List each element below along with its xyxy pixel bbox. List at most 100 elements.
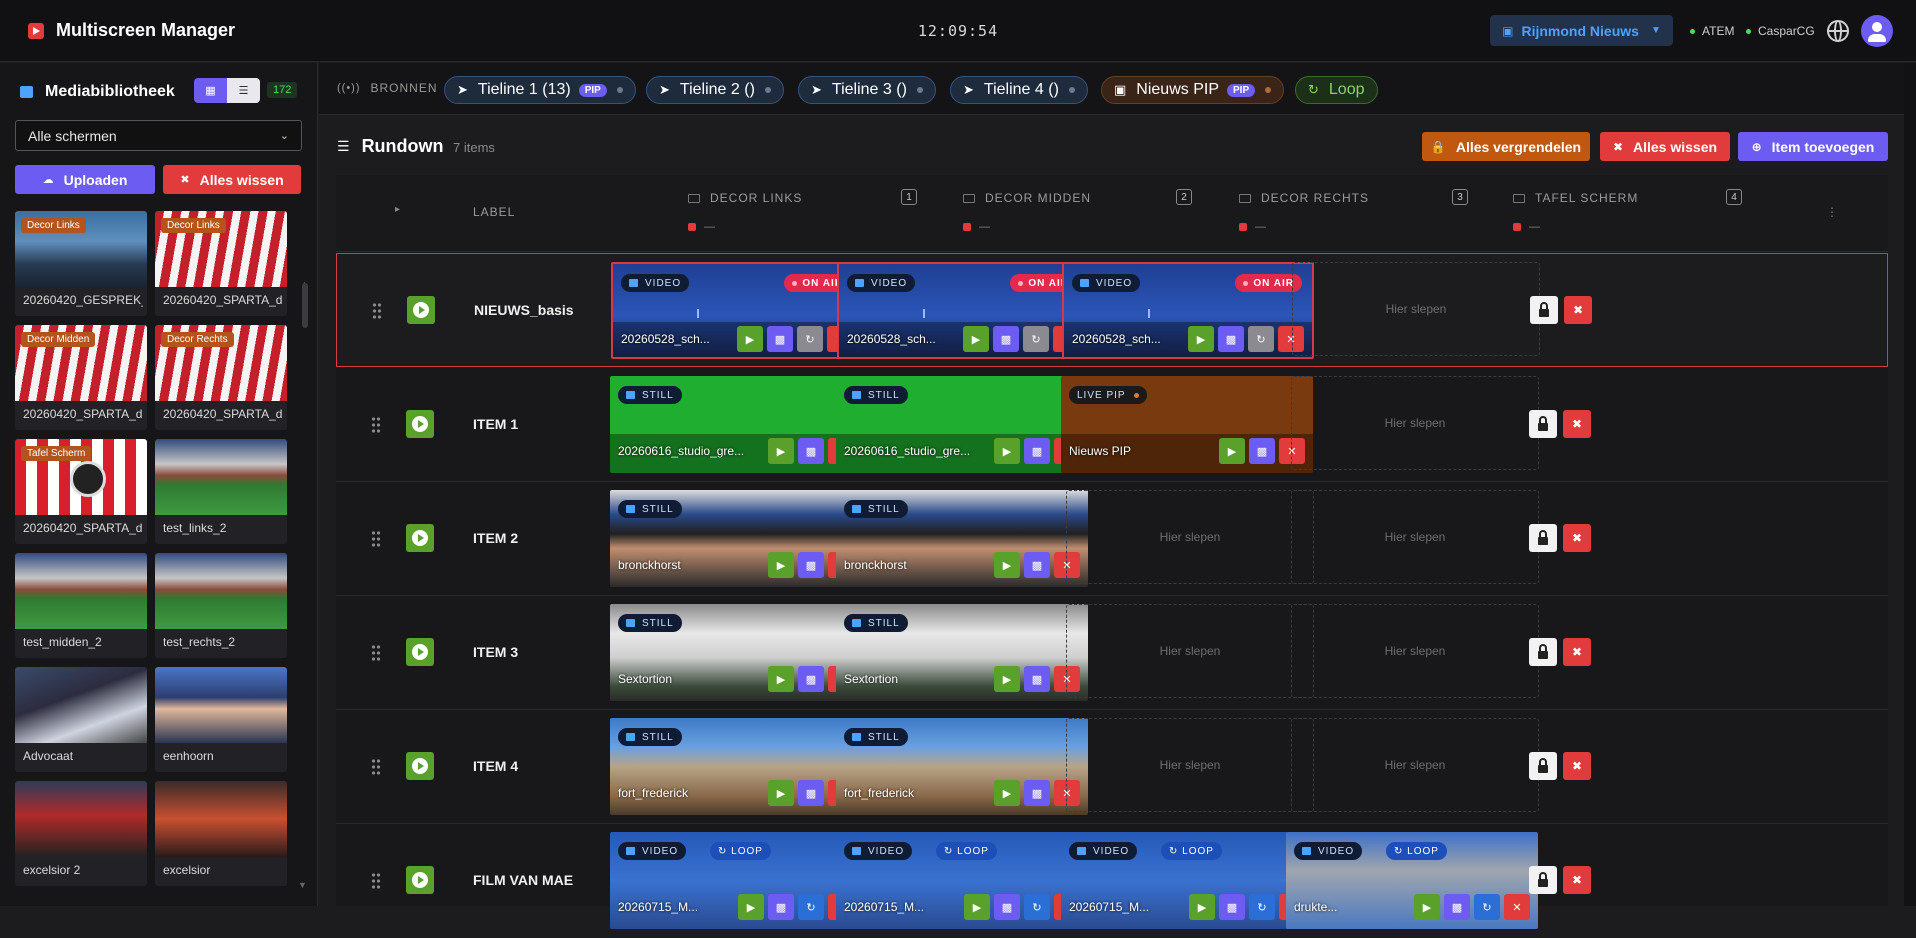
play-row-button[interactable] (407, 296, 435, 324)
drop-zone[interactable]: Hier slepen (1291, 490, 1539, 584)
media-item[interactable]: eenhoorn (155, 667, 287, 772)
mix-icon[interactable]: ▩ (1024, 666, 1050, 692)
loop-icon[interactable]: ↻ (1249, 894, 1275, 920)
media-cell[interactable]: STILL20260616_studio_gre...▶▩✕ (610, 376, 862, 473)
mix-icon[interactable]: ▩ (1219, 894, 1245, 920)
media-item[interactable]: test_links_2 (155, 439, 287, 544)
mix-icon[interactable]: ▩ (1249, 438, 1275, 464)
table-row[interactable]: ITEM 2 STILLbronckhorst▶▩✕ STILLbronckho… (336, 482, 1888, 596)
drop-zone[interactable]: Hier slepen (1291, 604, 1539, 698)
media-cell[interactable]: VIDEO↻ LOOP20260715_M...▶▩↻✕ (1061, 832, 1313, 929)
source-pill-tieline-4[interactable]: ➤ Tieline 4 () (950, 76, 1088, 104)
lock-row-button[interactable] (1529, 866, 1557, 894)
lock-all-button[interactable]: 🔒 Alles vergrendelen (1422, 132, 1590, 161)
drop-zone[interactable]: Hier slepen (1066, 490, 1314, 584)
mix-icon[interactable]: ▩ (798, 552, 824, 578)
mix-icon[interactable]: ▩ (994, 894, 1020, 920)
grid-view-icon[interactable]: ▦ (194, 78, 227, 103)
delete-row-button[interactable]: ✖ (1563, 866, 1591, 894)
table-row[interactable]: ITEM 1 STILL20260616_studio_gre...▶▩✕ ST… (336, 368, 1888, 482)
lock-row-button[interactable] (1529, 524, 1557, 552)
media-cell[interactable]: STILLSextortion▶▩✕ (836, 604, 1088, 701)
play-row-button[interactable] (406, 638, 434, 666)
play-icon[interactable]: ▶ (1188, 326, 1214, 352)
media-item[interactable]: excelsior 2 (15, 781, 147, 886)
media-cell[interactable]: VIDEO↻ LOOP20260715_M...▶▩↻✕ (836, 832, 1088, 929)
play-icon[interactable]: ▶ (964, 894, 990, 920)
play-icon[interactable]: ▶ (1189, 894, 1215, 920)
source-pill-loop[interactable]: ↻ Loop (1295, 76, 1378, 104)
media-cell[interactable]: STILL20260616_studio_gre...▶▩✕ (836, 376, 1088, 473)
source-pill-nieuws-pip[interactable]: ▣ Nieuws PIP PIP (1101, 76, 1285, 104)
scrollbar[interactable] (302, 283, 308, 328)
drag-handle-icon[interactable] (371, 416, 381, 434)
play-row-button[interactable] (406, 866, 434, 894)
mix-icon[interactable]: ▩ (1024, 780, 1050, 806)
table-row[interactable]: ITEM 4 STILLfort_frederick▶▩✕ STILLfort_… (336, 710, 1888, 824)
media-item[interactable]: Tafel Scherm 20260420_SPARTA_d... (15, 439, 147, 544)
play-row-button[interactable] (406, 524, 434, 552)
media-cell[interactable]: LIVE PIP Nieuws PIP ▶ ▩ ✕ (1061, 376, 1313, 473)
lock-row-button[interactable] (1529, 410, 1557, 438)
play-icon[interactable]: ▶ (994, 780, 1020, 806)
media-item[interactable]: test_rechts_2 (155, 553, 287, 658)
table-row[interactable]: NIEUWS_basis VIDEO ON AIR 20260528_sch... ▶… (336, 253, 1888, 367)
mix-icon[interactable]: ▩ (1024, 552, 1050, 578)
drag-handle-icon[interactable] (371, 872, 381, 890)
delete-row-button[interactable]: ✖ (1563, 410, 1591, 438)
loop-icon[interactable]: ↻ (1248, 326, 1274, 352)
play-icon[interactable]: ▶ (768, 438, 794, 464)
media-item[interactable]: Decor Rechts 20260420_SPARTA_d... (155, 325, 287, 430)
source-pill-tieline-2[interactable]: ➤ Tieline 2 () (646, 76, 784, 104)
drag-handle-icon[interactable] (371, 530, 381, 548)
upload-button[interactable]: ☁ Uploaden (15, 165, 155, 194)
play-row-button[interactable] (406, 752, 434, 780)
mix-icon[interactable]: ▩ (993, 326, 1019, 352)
clear-all-button[interactable]: ✖ Alles wissen (1600, 132, 1730, 161)
loop-icon[interactable]: ↻ (1474, 894, 1500, 920)
more-options-icon[interactable]: ⋮ (1826, 205, 1838, 219)
scroll-down-icon[interactable]: ▼ (298, 880, 307, 890)
drop-zone[interactable]: Hier slepen (1066, 604, 1314, 698)
play-icon[interactable]: ▶ (1219, 438, 1245, 464)
lock-row-button[interactable] (1529, 638, 1557, 666)
media-item[interactable]: excelsior (155, 781, 287, 886)
media-cell[interactable]: VIDEO ↻ LOOP drukte... ▶ ▩ ↻ ✕ (1286, 832, 1538, 929)
play-icon[interactable]: ▶ (737, 326, 763, 352)
expand-icon[interactable]: ▸ (395, 204, 400, 215)
play-row-button[interactable] (406, 410, 434, 438)
media-item[interactable]: Decor Links 20260420_GESPREK_... (15, 211, 147, 316)
source-pill-tieline-1[interactable]: ➤ Tieline 1 (13) PIP (444, 76, 636, 104)
drag-handle-icon[interactable] (372, 302, 382, 320)
play-icon[interactable]: ▶ (768, 666, 794, 692)
drag-handle-icon[interactable] (371, 758, 381, 776)
list-view-icon[interactable]: ☰ (227, 78, 260, 103)
media-item[interactable]: Advocaat (15, 667, 147, 772)
mix-icon[interactable]: ▩ (798, 780, 824, 806)
media-item[interactable]: Decor Midden 20260420_SPARTA_d... (15, 325, 147, 430)
media-cell[interactable]: VIDEOON AIR20260528_sch...▶▩↻✕ (1062, 262, 1314, 359)
table-row[interactable]: ITEM 3 STILLSextortion▶▩✕ STILLSextortio… (336, 596, 1888, 710)
mix-icon[interactable]: ▩ (1024, 438, 1050, 464)
play-icon[interactable]: ▶ (1414, 894, 1440, 920)
delete-row-button[interactable]: ✖ (1563, 638, 1591, 666)
media-cell[interactable]: STILLfort_frederick▶▩✕ (836, 718, 1088, 815)
drag-handle-icon[interactable] (371, 644, 381, 662)
close-icon[interactable]: ✕ (1504, 894, 1530, 920)
add-item-button[interactable]: ⊕ Item toevoegen (1738, 132, 1888, 161)
drop-zone[interactable]: Hier slepen (1291, 376, 1539, 470)
page-scrollbar[interactable] (1904, 63, 1916, 906)
avatar[interactable] (1861, 15, 1893, 47)
media-cell[interactable]: STILLfort_frederick▶▩✕ (610, 718, 862, 815)
play-icon[interactable]: ▶ (768, 780, 794, 806)
media-item[interactable]: test_midden_2 (15, 553, 147, 658)
media-item[interactable]: Decor Links 20260420_SPARTA_d... (155, 211, 287, 316)
loop-icon[interactable]: ↻ (797, 326, 823, 352)
loop-icon[interactable]: ↻ (798, 894, 824, 920)
drop-zone[interactable]: Hier slepen (1066, 718, 1314, 812)
mix-icon[interactable]: ▩ (1444, 894, 1470, 920)
media-cell[interactable]: VIDEOON AIR20260528_sch...▶▩↻✕ (611, 262, 863, 359)
play-icon[interactable]: ▶ (994, 438, 1020, 464)
play-icon[interactable]: ▶ (768, 552, 794, 578)
play-icon[interactable]: ▶ (994, 666, 1020, 692)
